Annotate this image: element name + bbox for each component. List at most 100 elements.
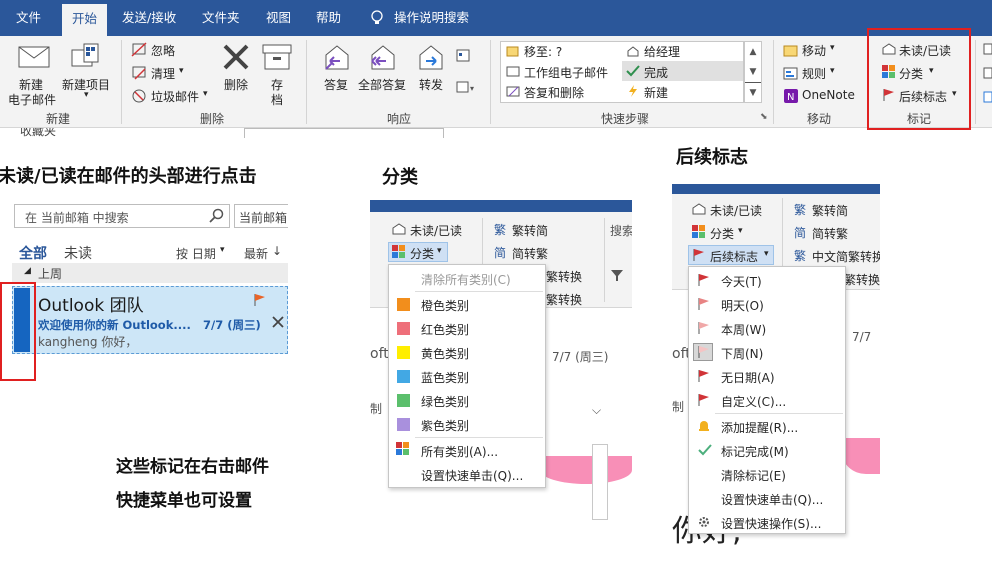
cleanup-button[interactable]: 清理 xyxy=(151,65,175,82)
trad-simp-button[interactable]: 繁转简 xyxy=(812,202,848,219)
junk-icon[interactable] xyxy=(131,88,147,107)
quick-steps-scroll[interactable]: ▲ ▼ ▼ xyxy=(744,41,762,103)
conv-button[interactable]: 繁转换 xyxy=(546,268,582,285)
trad-simp-icon[interactable]: 繁 xyxy=(794,202,808,219)
new-email-icon[interactable] xyxy=(18,44,50,73)
conv-button-2[interactable]: 繁转换 xyxy=(546,291,582,308)
unread-read-button[interactable]: 未读/已读 xyxy=(410,222,462,239)
menu-tomorrow[interactable]: 明天(O) xyxy=(721,297,764,314)
delete-button[interactable]: 删除 xyxy=(224,76,248,93)
categorize-button[interactable]: 分类 xyxy=(710,225,734,242)
menu-today[interactable]: 今天(T) xyxy=(721,273,762,290)
new-items-icon[interactable] xyxy=(70,42,102,77)
group-header-row[interactable]: ◢ 上周 xyxy=(12,263,288,283)
reply-all-icon[interactable] xyxy=(366,43,398,76)
reply-button[interactable]: 答复 xyxy=(324,76,348,93)
menu-orange[interactable]: 橙色类别 xyxy=(421,297,469,314)
archive-icon[interactable] xyxy=(262,44,292,73)
move-icon[interactable] xyxy=(783,42,799,61)
chevron-down-icon[interactable]: ▾ xyxy=(764,249,769,259)
expand-icon[interactable]: ▼ xyxy=(745,82,761,103)
menu-green[interactable]: 绿色类别 xyxy=(421,393,469,410)
menu-set-quick-click[interactable]: 设置快速单击(Q)... xyxy=(721,491,823,508)
search-fragment[interactable]: 搜索 xyxy=(610,222,632,239)
menu-this-week[interactable]: 本周(W) xyxy=(721,321,766,338)
menu-yellow[interactable]: 黄色类别 xyxy=(421,345,469,362)
chevron-down-icon[interactable]: ▾ xyxy=(203,89,208,99)
search-icon[interactable] xyxy=(209,208,225,227)
onenote-icon[interactable]: N xyxy=(783,88,799,107)
menu-set-quick-actions[interactable]: 设置快速操作(S)... xyxy=(721,515,821,532)
tab-view[interactable]: 视图 xyxy=(266,0,291,36)
ignore-icon[interactable] xyxy=(131,42,147,61)
cleanup-icon[interactable] xyxy=(131,65,147,84)
menu-clear-flag[interactable]: 清除标记(E) xyxy=(721,467,786,484)
filter-icon[interactable] xyxy=(610,268,624,285)
more-respond-icon[interactable]: ▾ xyxy=(456,80,476,97)
arrow-down-icon[interactable]: ↓ xyxy=(272,244,282,258)
filter-unread[interactable]: 未读 xyxy=(64,243,92,263)
simp-trad-icon[interactable]: 简 xyxy=(794,225,808,242)
chevron-down-icon[interactable]: ▾ xyxy=(437,246,442,256)
chevron-down-icon[interactable]: ▾ xyxy=(738,226,743,236)
menu-add-reminder[interactable]: 添加提醒(R)... xyxy=(721,419,798,436)
ignore-button[interactable]: 忽略 xyxy=(151,42,175,59)
cn-conv-icon[interactable]: 繁 xyxy=(794,248,808,265)
reply-all-button[interactable]: 全部答复 xyxy=(358,76,406,93)
tab-home[interactable]: 开始 xyxy=(62,4,108,36)
rules-icon[interactable] xyxy=(783,65,799,84)
simp-trad-icon[interactable]: 简 xyxy=(494,245,508,262)
menu-mark-complete[interactable]: 标记完成(M) xyxy=(721,443,789,460)
chevron-down-icon[interactable]: ▾ xyxy=(830,43,835,53)
quick-step-done[interactable]: 完成 xyxy=(644,64,668,81)
search-scope-label[interactable]: 当前邮箱 xyxy=(239,209,287,226)
tell-me-search[interactable]: 操作说明搜索 xyxy=(394,0,469,36)
tab-file[interactable]: 文件 xyxy=(16,0,41,36)
quick-step-reply-delete[interactable]: 答复和删除 xyxy=(524,84,584,101)
flag-icon[interactable] xyxy=(692,248,706,265)
quick-step-to-manager[interactable]: 给经理 xyxy=(644,43,680,60)
simp-trad-button[interactable]: 简转繁 xyxy=(812,225,848,242)
simp-trad-button[interactable]: 简转繁 xyxy=(512,245,548,262)
onenote-button[interactable]: OneNote xyxy=(802,88,855,102)
menu-blue[interactable]: 蓝色类别 xyxy=(421,369,469,386)
search-input[interactable]: 在 当前邮箱 中搜索 xyxy=(25,209,129,226)
trad-simp-icon[interactable]: 繁 xyxy=(494,222,508,239)
meeting-icon[interactable] xyxy=(456,48,470,65)
mail-item-selected[interactable]: Outlook 团队 欢迎使用你的新 Outlook.... 7/7 (周三) … xyxy=(12,286,288,354)
menu-purple[interactable]: 紫色类别 xyxy=(421,417,469,434)
menu-set-quick-click[interactable]: 设置快速单击(Q)... xyxy=(421,467,523,484)
dialog-launcher-icon[interactable]: ⬊ xyxy=(760,112,768,122)
envelope-open-icon[interactable] xyxy=(392,222,406,239)
chevron-down-icon[interactable]: ⌵ xyxy=(592,403,601,418)
categorize-icon[interactable] xyxy=(392,245,406,262)
menu-red[interactable]: 红色类别 xyxy=(421,321,469,338)
unread-read-button[interactable]: 未读/已读 xyxy=(710,202,762,219)
filter-all[interactable]: 全部 xyxy=(19,243,47,263)
menu-next-week[interactable]: 下周(N) xyxy=(721,345,763,362)
delete-icon[interactable] xyxy=(222,43,250,74)
junk-button[interactable]: 垃圾邮件 xyxy=(151,88,199,105)
chevron-down-icon[interactable]: ▾ xyxy=(220,245,225,255)
menu-custom[interactable]: 自定义(C)... xyxy=(721,393,786,410)
sort-by-date[interactable]: 按 日期 xyxy=(176,245,216,262)
followup-label[interactable]: 后续标志 xyxy=(710,248,758,265)
chevron-down-icon[interactable]: ▾ xyxy=(830,66,835,76)
forward-button[interactable]: 转发 xyxy=(419,76,443,93)
menu-clear-categories[interactable]: 清除所有类别(C) xyxy=(421,271,511,288)
cn-conv-button[interactable]: 中文简繁转换 xyxy=(812,248,880,265)
move-button[interactable]: 移动 xyxy=(802,42,826,59)
mail-search-box[interactable]: 在 当前邮箱 中搜索 xyxy=(14,204,230,228)
rules-button[interactable]: 规则 xyxy=(802,65,826,82)
quick-step-team-email[interactable]: 工作组电子邮件 xyxy=(524,64,608,81)
chevron-up-icon[interactable]: ▲ xyxy=(745,42,761,62)
envelope-open-icon[interactable] xyxy=(692,202,706,219)
tab-folder[interactable]: 文件夹 xyxy=(202,0,240,36)
search-scope-dropdown[interactable]: 当前邮箱 xyxy=(234,204,288,228)
new-email-label-2[interactable]: 电子邮件 xyxy=(8,91,56,108)
chevron-down-icon[interactable]: ▼ xyxy=(745,62,761,82)
chevron-down-icon[interactable]: ▾ xyxy=(179,66,184,76)
tab-help[interactable]: 帮助 xyxy=(316,0,341,36)
delete-icon[interactable] xyxy=(271,315,285,332)
collapse-icon[interactable]: ◢ xyxy=(24,266,31,276)
